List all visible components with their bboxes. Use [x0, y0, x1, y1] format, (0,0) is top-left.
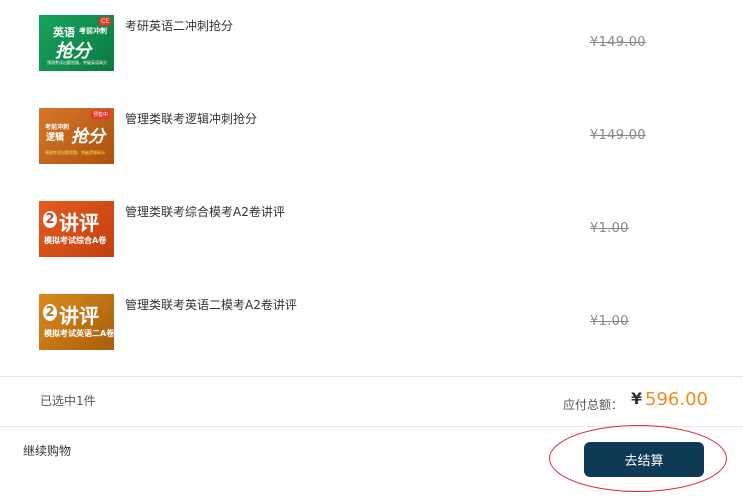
cart-item: 考前冲刺 逻辑 抢分 预测考试出题思路，突破逻辑高分 预售中 管理类联考逻辑冲刺…	[0, 93, 743, 186]
thumbnail-text: 考前冲刺	[79, 27, 107, 35]
product-thumbnail[interactable]: 考前冲刺 逻辑 抢分 预测考试出题思路，突破逻辑高分 预售中	[39, 108, 114, 164]
total-amount: 596.00	[645, 389, 708, 410]
product-price: ¥1.00	[590, 221, 629, 236]
thumbnail-text: 讲评	[59, 211, 99, 235]
thumbnail-text: 模拟考试综合A卷	[44, 236, 107, 245]
divider	[0, 376, 743, 377]
product-thumbnail[interactable]: 2 讲评 模拟考试综合A卷	[39, 201, 114, 257]
total-currency: ¥	[631, 389, 643, 408]
thumbnail-text: 预测考试出题思路，突破英语高分	[47, 60, 107, 65]
thumbnail-text: 预测考试出题思路，突破逻辑高分	[45, 150, 105, 155]
thumbnail-text: 抢分	[71, 127, 105, 147]
cart-item: 2 讲评 模拟考试英语二A卷 管理类联考英语二模考A2卷讲评 ¥1.00	[0, 279, 743, 372]
product-price: ¥1.00	[590, 314, 629, 329]
thumbnail-badge: 预售中	[90, 110, 110, 119]
continue-shopping-link[interactable]: 继续购物	[23, 442, 71, 459]
cart-item: 英语 考前冲刺 抢分 预测考试出题思路，突破英语高分 CE 考研英语二冲刺抢分 …	[0, 0, 743, 93]
product-title[interactable]: 管理类联考英语二模考A2卷讲评	[125, 296, 297, 313]
total-label: 应付总额：	[563, 398, 624, 412]
thumbnail-text: 讲评	[59, 304, 99, 328]
product-title[interactable]: 管理类联考综合模考A2卷讲评	[125, 203, 285, 220]
checkout-button[interactable]: 去结算	[584, 442, 704, 477]
cart-item: 2 讲评 模拟考试综合A卷 管理类联考综合模考A2卷讲评 ¥1.00	[0, 186, 743, 279]
thumbnail-badge: CE	[99, 17, 111, 26]
product-title[interactable]: 考研英语二冲刺抢分	[125, 17, 233, 34]
product-thumbnail[interactable]: 英语 考前冲刺 抢分 预测考试出题思路，突破英语高分 CE	[39, 15, 114, 71]
thumbnail-text: 2	[43, 304, 57, 321]
selected-count: 已选中1件	[40, 394, 96, 408]
thumbnail-text: 模拟考试英语二A卷	[44, 329, 114, 338]
product-thumbnail[interactable]: 2 讲评 模拟考试英语二A卷	[39, 294, 114, 350]
product-title[interactable]: 管理类联考逻辑冲刺抢分	[125, 110, 257, 127]
product-price: ¥149.00	[590, 35, 646, 50]
thumbnail-text: 2	[43, 211, 57, 228]
product-price: ¥149.00	[590, 128, 646, 143]
thumbnail-text: 逻辑	[46, 133, 65, 143]
divider	[0, 426, 743, 427]
